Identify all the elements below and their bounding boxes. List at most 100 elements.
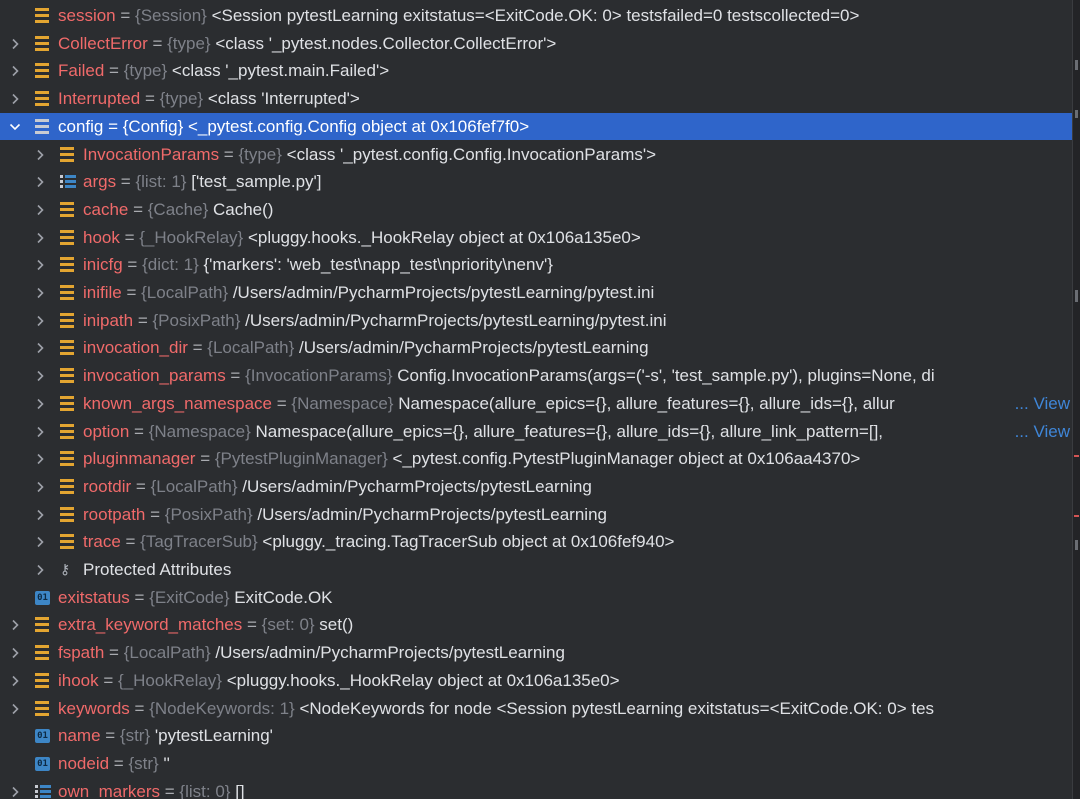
tree-row-text: hook = {_HookRelay} <pluggy.hooks._HookR…: [83, 224, 641, 252]
variables-tree[interactable]: session = {Session} <Session pytestLearn…: [0, 0, 1073, 799]
chevron-right-icon[interactable]: [33, 507, 47, 523]
variable-name: name: [58, 726, 101, 746]
chevron-right-icon[interactable]: [33, 534, 47, 550]
tree-row[interactable]: invocation_params = {InvocationParams} C…: [0, 362, 1073, 390]
tree-row[interactable]: keywords = {NodeKeywords: 1} <NodeKeywor…: [0, 695, 1073, 723]
variable-name: hook: [83, 227, 120, 247]
equals-sign: =: [129, 698, 150, 718]
chevron-right-icon[interactable]: [33, 396, 47, 412]
field-icon: [35, 35, 49, 51]
tree-row-text: nodeid = {str} '': [58, 750, 170, 778]
field-icon: [60, 312, 74, 328]
chevron-right-icon[interactable]: [8, 63, 22, 79]
chevron-down-icon[interactable]: [8, 119, 22, 135]
variable-value: <class 'Interrupted'>: [203, 89, 360, 109]
variable-type: {LocalPath}: [141, 283, 229, 302]
tree-row[interactable]: inipath = {PosixPath} /Users/admin/Pycha…: [0, 307, 1073, 335]
tree-row[interactable]: inifile = {LocalPath} /Users/admin/Pycha…: [0, 279, 1073, 307]
chevron-right-icon[interactable]: [33, 313, 47, 329]
equals-sign: =: [129, 421, 149, 441]
equals-sign: =: [133, 310, 153, 330]
chevron-right-icon[interactable]: [8, 617, 22, 633]
variable-value: /Users/admin/PycharmProjects/pytestLearn…: [228, 283, 655, 302]
tree-row[interactable]: cache = {Cache} Cache(): [0, 196, 1073, 224]
chevron-right-icon[interactable]: [33, 451, 47, 467]
view-link[interactable]: ... View: [1012, 417, 1070, 446]
tree-row[interactable]: InvocationParams = {type} <class '_pytes…: [0, 141, 1073, 169]
tree-row-text: own_markers = {list: 0} []: [58, 778, 245, 799]
tree-row-text: cache = {Cache} Cache(): [83, 196, 273, 224]
tree-row[interactable]: config = {Config} <_pytest.config.Config…: [0, 112, 1073, 141]
tree-row[interactable]: pluginmanager = {PytestPluginManager} <_…: [0, 445, 1073, 473]
tree-row-text: Failed = {type} <class '_pytest.main.Fai…: [58, 57, 389, 85]
chevron-right-icon[interactable]: [8, 784, 22, 799]
tree-row-text: Protected Attributes: [83, 556, 231, 584]
chevron-right-icon[interactable]: [8, 701, 22, 717]
list-icon: [35, 784, 51, 799]
variable-name: option: [83, 421, 130, 441]
equals-sign: =: [129, 587, 150, 607]
tree-row[interactable]: ihook = {_HookRelay} <pluggy.hooks._Hook…: [0, 667, 1073, 695]
tree-row[interactable]: args = {list: 1} ['test_sample.py']: [0, 168, 1073, 196]
variable-value: Namespace(allure_epics={}, allure_featur…: [393, 393, 895, 413]
variable-type: {PosixPath}: [152, 310, 241, 330]
field-icon: [35, 8, 49, 23]
tree-row[interactable]: inicfg = {dict: 1} {'markers': 'web_test…: [0, 251, 1073, 279]
variable-type: {str}: [119, 726, 151, 746]
tree-row[interactable]: 01 exitstatus = {ExitCode} ExitCode.OK: [0, 584, 1073, 612]
tree-row[interactable]: hook = {_HookRelay} <pluggy.hooks._HookR…: [0, 224, 1073, 252]
tree-row[interactable]: own_markers = {list: 0} []: [0, 778, 1073, 799]
chevron-right-icon[interactable]: [33, 479, 47, 495]
chevron-right-icon[interactable]: [8, 36, 22, 52]
chevron-right-icon[interactable]: [33, 257, 47, 273]
field-icon: [60, 451, 74, 467]
chevron-right-icon[interactable]: [33, 202, 47, 218]
chevron-right-icon[interactable]: [33, 285, 47, 301]
tree-row[interactable]: known_args_namespace = {Namespace} Names…: [0, 389, 1073, 418]
variable-type: {list: 1}: [135, 172, 187, 192]
chevron-right-icon[interactable]: [8, 91, 22, 107]
variable-name: inicfg: [83, 255, 123, 275]
tree-row[interactable]: session = {Session} <Session pytestLearn…: [0, 2, 1073, 30]
primitive-icon: 01: [35, 729, 50, 744]
variable-type: {PosixPath}: [164, 504, 253, 524]
chevron-right-icon[interactable]: [33, 147, 47, 163]
view-link[interactable]: ... View: [1012, 389, 1070, 418]
chevron-right-icon[interactable]: [33, 230, 47, 246]
tree-row[interactable]: Interrupted = {type} <class 'Interrupted…: [0, 85, 1073, 113]
tree-row[interactable]: option = {Namespace} Namespace(allure_ep…: [0, 417, 1073, 446]
variable-value: Config.InvocationParams(args=('-s', 'tes…: [392, 366, 935, 386]
variable-name: Failed: [58, 61, 105, 81]
variable-name: inipath: [83, 310, 134, 330]
tree-row[interactable]: extra_keyword_matches = {set: 0} set(): [0, 611, 1073, 639]
variable-type: {str}: [128, 753, 159, 773]
tree-row[interactable]: 01 name = {str} 'pytestLearning': [0, 722, 1073, 750]
variable-name: exitstatus: [58, 587, 130, 607]
variable-type: {InvocationParams}: [245, 366, 393, 386]
chevron-right-icon[interactable]: [33, 340, 47, 356]
variable-type: {LocalPath}: [207, 338, 295, 358]
chevron-right-icon[interactable]: [33, 424, 47, 440]
chevron-right-icon[interactable]: [33, 368, 47, 384]
variable-type: {NodeKeywords: 1}: [149, 698, 295, 718]
chevron-right-icon[interactable]: [8, 673, 22, 689]
tree-row[interactable]: CollectError = {type} <class '_pytest.no…: [0, 30, 1073, 58]
variable-value: Namespace(allure_epics={}, allure_featur…: [250, 421, 884, 441]
field-icon: [60, 423, 74, 439]
tree-row[interactable]: Failed = {type} <class '_pytest.main.Fai…: [0, 57, 1073, 85]
equals-sign: =: [272, 393, 292, 413]
chevron-right-icon[interactable]: [8, 645, 22, 661]
variable-name: session: [58, 6, 116, 25]
variable-value: <class '_pytest.main.Failed'>: [167, 61, 390, 81]
chevron-right-icon[interactable]: [33, 562, 47, 578]
tree-row[interactable]: rootdir = {LocalPath} /Users/admin/Pycha…: [0, 473, 1073, 501]
tree-row[interactable]: ⚷ Protected Attributes: [0, 556, 1073, 584]
tree-row[interactable]: fspath = {LocalPath} /Users/admin/Pychar…: [0, 639, 1073, 667]
variable-name: keywords: [58, 698, 130, 718]
variable-type: {ExitCode}: [149, 587, 230, 607]
tree-row[interactable]: rootpath = {PosixPath} /Users/admin/Pych…: [0, 501, 1073, 529]
tree-row[interactable]: 01 nodeid = {str} '': [0, 750, 1073, 778]
chevron-right-icon[interactable]: [33, 174, 47, 190]
tree-row[interactable]: invocation_dir = {LocalPath} /Users/admi…: [0, 334, 1073, 362]
tree-row[interactable]: trace = {TagTracerSub} <pluggy._tracing.…: [0, 528, 1073, 556]
